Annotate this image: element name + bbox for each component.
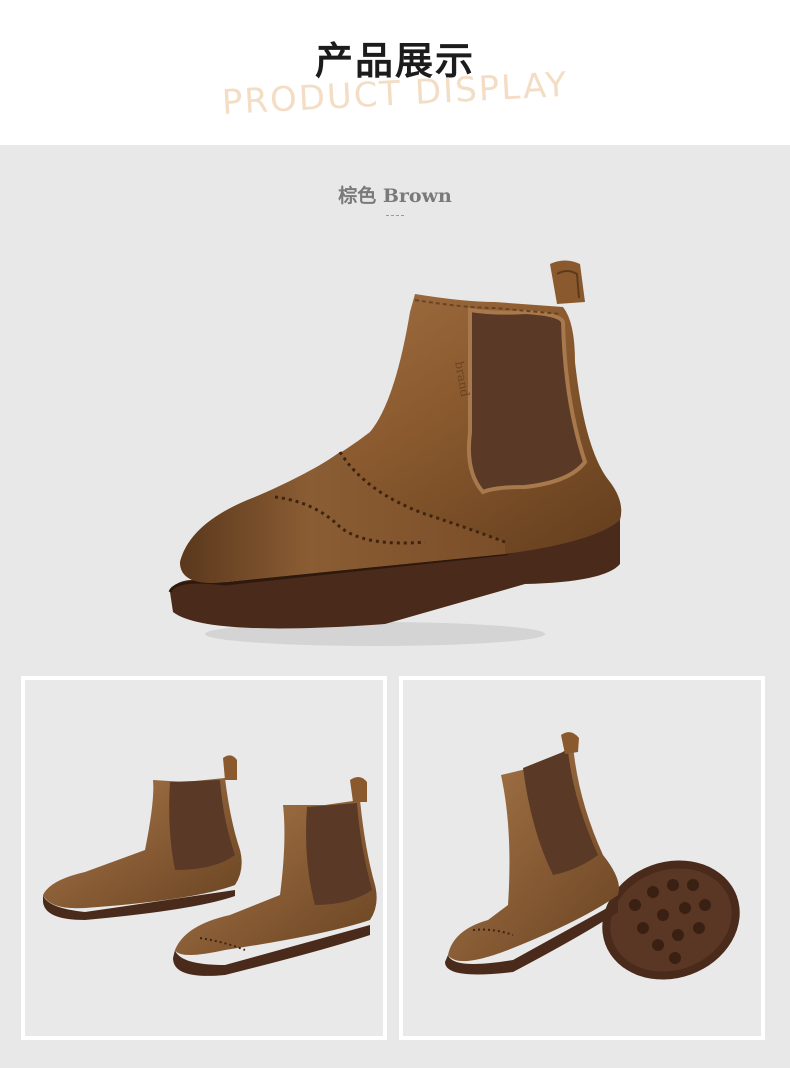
pair-view-panel — [21, 676, 387, 1040]
divider — [386, 215, 404, 216]
outsole-view-panel — [399, 676, 765, 1040]
color-variant-label: 棕色 Brown — [338, 185, 452, 207]
page-header: 产品展示 PRODUCT DISPLAY — [0, 0, 790, 145]
hero-product-image: brand — [165, 252, 645, 652]
